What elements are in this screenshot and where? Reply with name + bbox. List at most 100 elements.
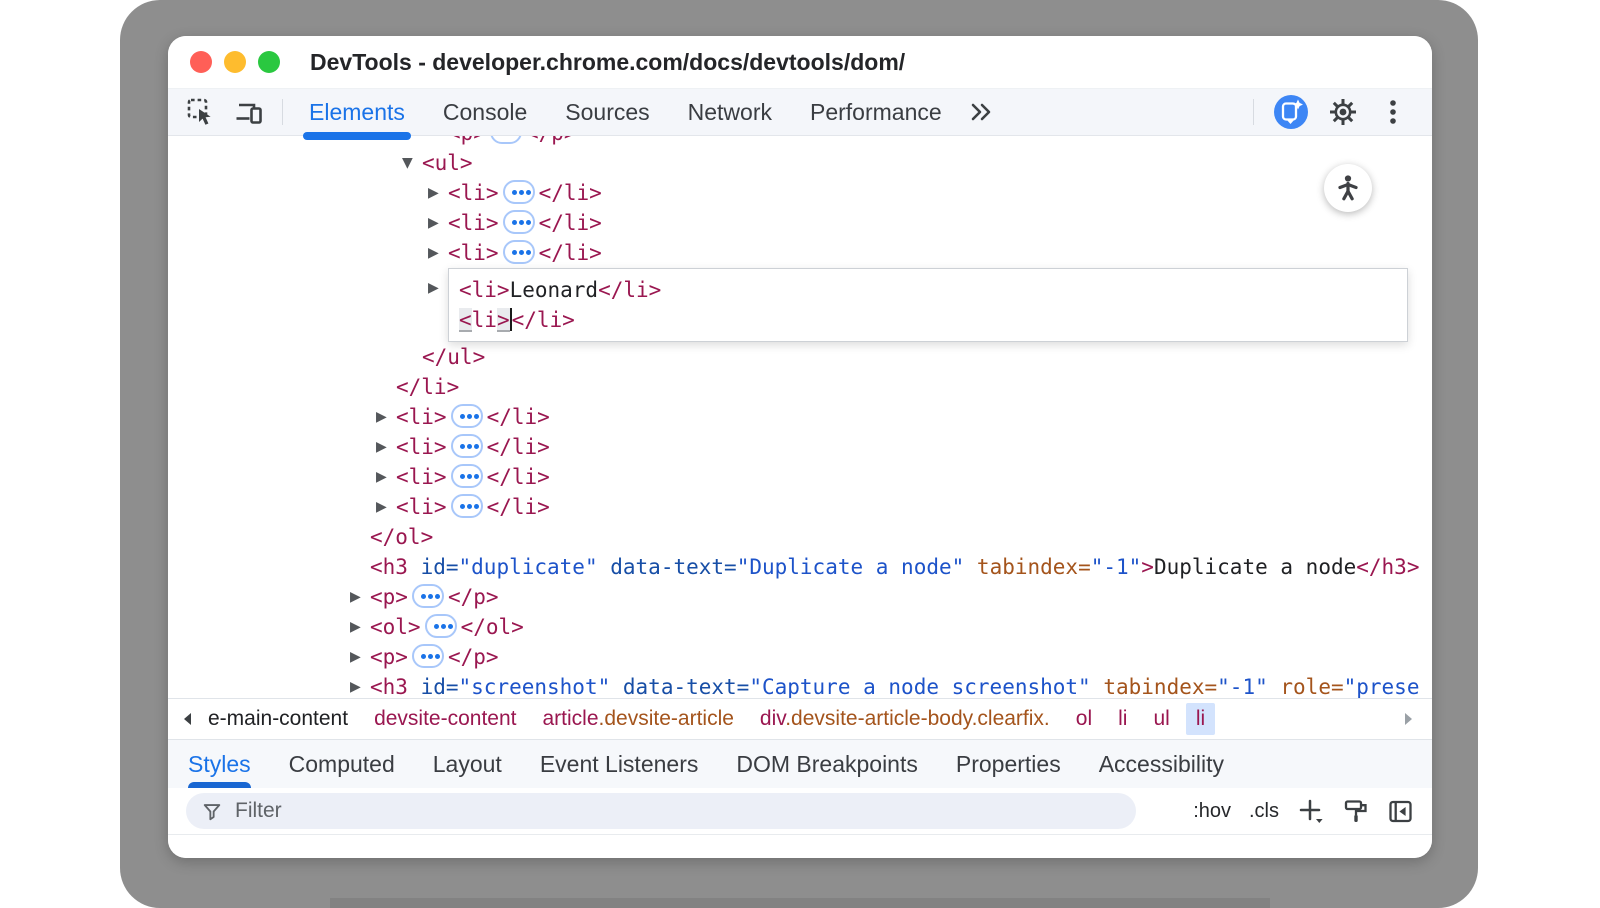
ellipsis-expand-icon[interactable] bbox=[451, 404, 483, 428]
chevron-right-icon[interactable]: ▶ bbox=[350, 612, 370, 642]
tab-performance[interactable]: Performance bbox=[810, 89, 942, 135]
dom-tree-row[interactable]: </ol> bbox=[168, 522, 1432, 552]
chevron-right-icon[interactable]: ▶ bbox=[376, 462, 396, 492]
toggle-element-state-button[interactable]: :hov bbox=[1193, 800, 1231, 823]
dom-tree-row[interactable]: ▶<h3 id="screenshot" data-text="Capture … bbox=[168, 672, 1432, 698]
ellipsis-expand-icon[interactable] bbox=[503, 210, 535, 234]
chevron-right-icon[interactable]: ▶ bbox=[376, 402, 396, 432]
accessibility-widget-button[interactable] bbox=[1324, 164, 1372, 212]
kebab-menu-icon[interactable] bbox=[1378, 97, 1408, 127]
dom-tree-row[interactable]: </li> bbox=[168, 372, 1432, 402]
breadcrumb-item-3[interactable]: div.devsite-article-body.clearfix. bbox=[750, 703, 1060, 735]
more-tabs-chevron[interactable] bbox=[968, 101, 994, 123]
dom-tree-row[interactable]: ▶<p></p> bbox=[168, 582, 1432, 612]
dom-tree-row[interactable]: </ul> bbox=[168, 342, 1432, 372]
ellipsis-expand-icon[interactable] bbox=[412, 584, 444, 608]
dom-tree-row[interactable]: ▶<li></li> bbox=[168, 462, 1432, 492]
ai-assistance-icon[interactable] bbox=[1274, 95, 1308, 129]
close-window-button[interactable] bbox=[190, 51, 212, 73]
tab-layout[interactable]: Layout bbox=[433, 740, 502, 788]
tab-computed[interactable]: Computed bbox=[289, 740, 395, 788]
dom-tree-row[interactable]: ▶<li></li> bbox=[168, 208, 1432, 238]
ellipsis-expand-icon[interactable] bbox=[451, 464, 483, 488]
dom-tree-row[interactable]: ▶<li></li> bbox=[168, 492, 1432, 522]
ellipsis-expand-icon[interactable] bbox=[425, 614, 457, 638]
dom-token: data-text= bbox=[610, 552, 736, 582]
chevron-right-icon[interactable]: ▶ bbox=[428, 273, 448, 303]
toolbar-divider bbox=[282, 99, 283, 125]
ellipsis-expand-icon[interactable] bbox=[451, 434, 483, 458]
minimize-window-button[interactable] bbox=[224, 51, 246, 73]
zoom-window-button[interactable] bbox=[258, 51, 280, 73]
dom-tree-row[interactable]: <h3 id="duplicate" data-text="Duplicate … bbox=[168, 552, 1432, 582]
chevron-right-icon[interactable]: ▶ bbox=[428, 178, 448, 208]
toggle-sidebar-button[interactable] bbox=[1387, 798, 1414, 825]
breadcrumb-item-1[interactable]: devsite-content bbox=[364, 703, 526, 735]
dom-tree-row[interactable]: ▶<li></li> bbox=[168, 238, 1432, 268]
chevron-right-icon[interactable]: ▶ bbox=[350, 642, 370, 672]
chevron-down-icon[interactable]: ▼ bbox=[402, 148, 422, 178]
tab-styles[interactable]: Styles bbox=[188, 740, 251, 788]
tab-event-listeners[interactable]: Event Listeners bbox=[540, 740, 699, 788]
chevron-right-icon[interactable]: ▶ bbox=[350, 582, 370, 612]
chevron-right-icon[interactable]: ▶ bbox=[428, 208, 448, 238]
settings-gear-icon[interactable] bbox=[1328, 97, 1358, 127]
ellipsis-expand-icon[interactable] bbox=[503, 180, 535, 204]
breadcrumb-scroll-right-icon[interactable] bbox=[1398, 711, 1420, 727]
breadcrumb-item-7[interactable]: li bbox=[1186, 703, 1215, 735]
dom-tree-row[interactable]: ▶<li></li> bbox=[168, 432, 1432, 462]
dom-tree-row[interactable]: ▶<ol></ol> bbox=[168, 612, 1432, 642]
tab-properties[interactable]: Properties bbox=[956, 740, 1061, 788]
breadcrumb-token: li bbox=[1118, 707, 1127, 730]
tab-sources[interactable]: Sources bbox=[565, 89, 649, 135]
accessibility-person-icon bbox=[1333, 173, 1363, 203]
breadcrumb-token: .devsite-article-body.clearfix. bbox=[785, 707, 1050, 730]
device-toolbar-icon[interactable] bbox=[234, 97, 264, 127]
breadcrumb-token: ol bbox=[1076, 707, 1092, 730]
breadcrumb-scroll-left-icon[interactable] bbox=[176, 711, 198, 727]
breadcrumb: e-main-contentdevsite-contentarticle.dev… bbox=[198, 703, 1215, 735]
tab-network[interactable]: Network bbox=[688, 89, 772, 135]
dom-token: role= bbox=[1280, 672, 1343, 698]
new-style-rule-button[interactable] bbox=[1297, 797, 1325, 825]
dom-token bbox=[964, 552, 977, 582]
element-classes-button[interactable]: .cls bbox=[1249, 800, 1279, 823]
dom-token: Leonard bbox=[510, 278, 599, 302]
dom-token: Duplicate a node bbox=[1154, 552, 1356, 582]
tab-dom-breakpoints[interactable]: DOM Breakpoints bbox=[736, 740, 918, 788]
ellipsis-expand-icon[interactable] bbox=[451, 494, 483, 518]
breadcrumb-item-6[interactable]: ul bbox=[1143, 703, 1179, 735]
tab-console[interactable]: Console bbox=[443, 89, 527, 135]
title-bar: DevTools - developer.chrome.com/docs/dev… bbox=[168, 36, 1432, 88]
dom-tree-row[interactable]: ▶<li>Leonard</li><li></li> bbox=[168, 268, 1432, 342]
breadcrumb-token: .devsite-article bbox=[599, 707, 734, 730]
dom-tree-row[interactable]: ▼<ul> bbox=[168, 148, 1432, 178]
dom-token: </li> bbox=[487, 432, 550, 462]
dom-tree-row[interactable]: ▶<li></li> bbox=[168, 178, 1432, 208]
paint-roller-icon[interactable] bbox=[1343, 797, 1369, 825]
ellipsis-expand-icon[interactable] bbox=[503, 240, 535, 264]
filter-input[interactable]: Filter bbox=[186, 793, 1136, 829]
tab-elements[interactable]: Elements bbox=[309, 89, 405, 135]
chevron-right-icon[interactable]: ▶ bbox=[428, 238, 448, 268]
breadcrumb-item-0[interactable]: e-main-content bbox=[198, 703, 358, 735]
dom-token: tabindex= bbox=[977, 552, 1091, 582]
breadcrumb-item-2[interactable]: article.devsite-article bbox=[533, 703, 744, 735]
dom-tree-row[interactable]: ▶<p></p> bbox=[168, 642, 1432, 672]
tab-accessibility[interactable]: Accessibility bbox=[1099, 740, 1224, 788]
dom-edit-box[interactable]: <li>Leonard</li><li></li> bbox=[448, 268, 1408, 342]
breadcrumb-item-4[interactable]: ol bbox=[1066, 703, 1102, 735]
dom-token: </li> bbox=[598, 278, 661, 302]
ellipsis-expand-icon[interactable] bbox=[490, 136, 522, 144]
window-title: DevTools - developer.chrome.com/docs/dev… bbox=[310, 49, 905, 76]
ellipsis-expand-icon[interactable] bbox=[412, 644, 444, 668]
devtools-window: DevTools - developer.chrome.com/docs/dev… bbox=[168, 36, 1432, 858]
breadcrumb-token: div bbox=[760, 707, 785, 730]
inspect-icon[interactable] bbox=[186, 97, 216, 127]
breadcrumb-item-5[interactable]: li bbox=[1108, 703, 1137, 735]
chevron-right-icon[interactable]: ▶ bbox=[376, 492, 396, 522]
devtools-toolbar: Elements Console Sources Network Performance bbox=[168, 88, 1432, 136]
dom-tree-row[interactable]: ▶<li></li> bbox=[168, 402, 1432, 432]
chevron-right-icon[interactable]: ▶ bbox=[350, 672, 370, 698]
chevron-right-icon[interactable]: ▶ bbox=[376, 432, 396, 462]
